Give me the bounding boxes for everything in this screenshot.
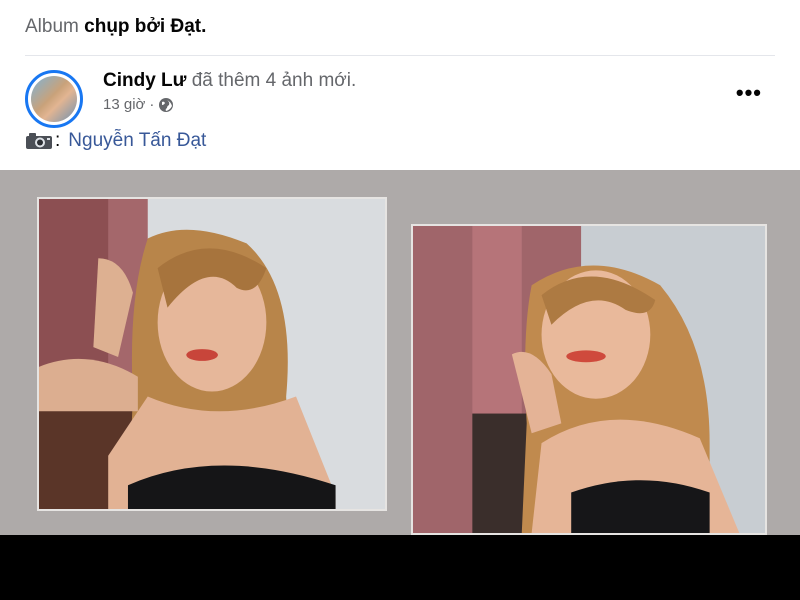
- album-title: Album chụp bởi Đạt.: [25, 16, 206, 38]
- credit-colon: :: [55, 130, 61, 151]
- avatar-image: [31, 76, 77, 122]
- photo-credit: : Nguyễn Tấn Đạt: [25, 130, 206, 152]
- divider: [25, 55, 775, 56]
- meta-separator: ·: [149, 96, 155, 113]
- avatar[interactable]: [25, 70, 83, 128]
- camera-icon: [25, 132, 53, 150]
- globe-icon[interactable]: [158, 97, 174, 113]
- photo-grid: [0, 170, 800, 535]
- bottom-black-bar: [0, 535, 800, 600]
- credit-name-link[interactable]: Nguyễn Tấn Đạt: [68, 130, 206, 152]
- photo-1[interactable]: [37, 197, 387, 511]
- album-name[interactable]: chụp bởi Đạt.: [84, 16, 206, 37]
- photo-2[interactable]: [411, 224, 767, 535]
- post-meta: 13 giờ ·: [103, 96, 174, 113]
- author-line: Cindy Lư đã thêm 4 ảnh mới.: [103, 70, 356, 92]
- post-action: đã thêm 4 ảnh mới.: [191, 70, 357, 91]
- post-card: Album chụp bởi Đạt. Cindy Lư đã thêm 4 ả…: [0, 0, 800, 170]
- post-time[interactable]: 13 giờ: [103, 96, 145, 113]
- more-options-button[interactable]: •••: [736, 80, 762, 106]
- album-prefix: Album: [25, 16, 79, 37]
- author-name[interactable]: Cindy Lư: [103, 70, 186, 91]
